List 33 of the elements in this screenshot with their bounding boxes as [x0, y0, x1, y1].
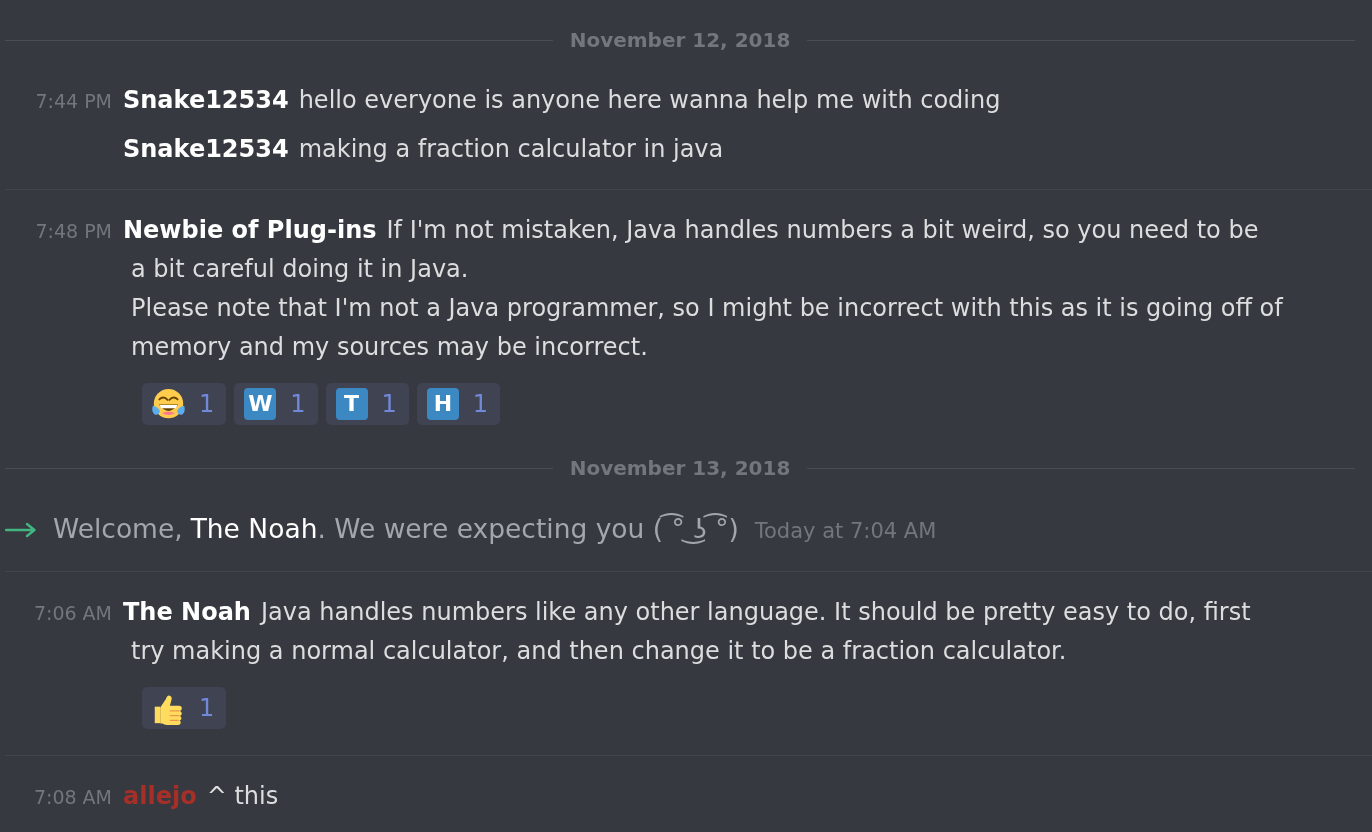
letter-tile: H	[426, 388, 459, 420]
letter-tile: T	[335, 388, 368, 420]
timestamp: Today at 7:04 AM	[754, 518, 937, 545]
reaction-button[interactable]: W 1	[234, 383, 318, 425]
message-text: ^ this	[206, 781, 279, 812]
message-text: making a fraction calculator in java	[298, 134, 724, 165]
reaction-button[interactable]: 1	[142, 383, 227, 425]
reaction-button[interactable]: 1	[142, 687, 227, 729]
message-text: a bit careful doing it in Java.	[131, 255, 469, 283]
username[interactable]: Newbie of Plug-ins	[123, 211, 377, 250]
date-label: November 12, 2018	[568, 28, 792, 52]
arrow-icon	[5, 522, 37, 538]
message-text: memory and my sources may be incorrect.	[131, 333, 648, 361]
timestamp: 7:06 AM	[33, 602, 112, 624]
timestamp: 7:08 AM	[33, 786, 112, 808]
date-label: November 13, 2018	[568, 456, 792, 480]
username[interactable]: Snake12534	[123, 81, 289, 120]
system-message-text: Welcome,	[53, 512, 183, 546]
message-text: Java handles numbers like any other language. It should be pretty easy to do, first	[260, 597, 1251, 628]
message-text: If I'm not mistaken, Java handles numbers a bit weird, so you need to be	[386, 215, 1259, 246]
timestamp: 7:48 PM	[35, 220, 112, 242]
laughing-face-icon	[152, 387, 185, 421]
reaction-button[interactable]: T 1	[325, 383, 409, 425]
message-text: try making a normal calculator, and then change it to be a fraction calculator.	[131, 637, 1067, 665]
timestamp: 7:44 PM	[35, 90, 112, 112]
system-message-text: . We were expecting you ( ͡° ͜ʖ ͡°)	[317, 512, 739, 546]
reaction-button[interactable]: H 1	[416, 383, 501, 425]
message-text: hello everyone is anyone here wanna help me with coding	[298, 85, 1001, 116]
letter-tile: W	[244, 388, 277, 420]
username[interactable]: The Noah	[190, 509, 318, 548]
message-text: Please note that I'm not a Java programmer, so I might be incorrect with this as it is going off of	[131, 294, 1283, 322]
username[interactable]: The Noah	[123, 593, 251, 632]
username[interactable]: Snake12534	[123, 130, 289, 169]
